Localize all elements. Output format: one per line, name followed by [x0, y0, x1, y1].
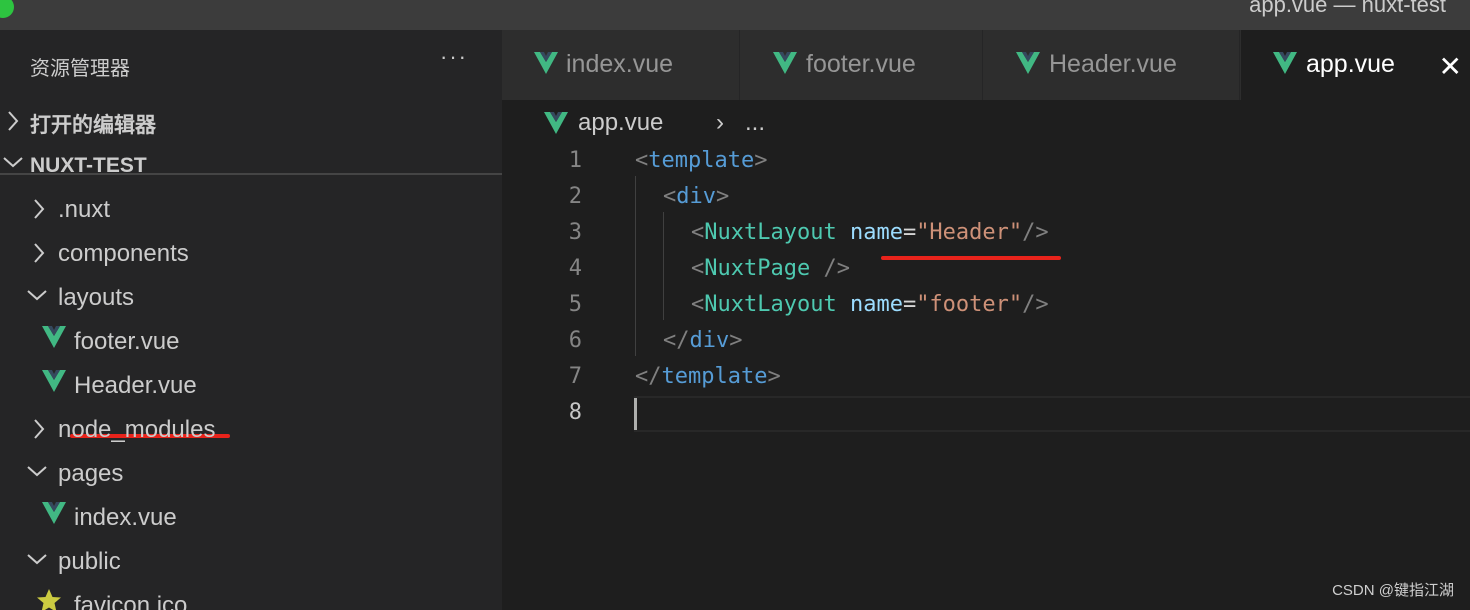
window-title: app.vue — nuxt-test — [1249, 0, 1446, 17]
open-editors-section[interactable]: 打开的编辑器 — [0, 100, 502, 144]
star-file-icon — [36, 588, 62, 610]
code-line-3: <NuxtLayout name="Header"/> — [691, 220, 1049, 245]
tree-item-index-vue[interactable]: index.vue — [0, 496, 502, 540]
tab-label: Header.vue — [1049, 50, 1177, 78]
vue-file-icon — [773, 52, 797, 81]
tree-item-header-vue[interactable]: Header.vue — [0, 364, 502, 408]
watermark: CSDN @键指江湖 — [1332, 582, 1454, 599]
indent-guide — [663, 212, 664, 320]
line-number: 3 — [568, 220, 582, 245]
open-editors-label: 打开的编辑器 — [30, 114, 156, 137]
tab-header-vue[interactable]: Header.vue — [984, 30, 1240, 100]
tree-item-public[interactable]: public — [0, 540, 502, 584]
chevron-right-icon — [32, 240, 46, 266]
line-number-current: 8 — [568, 400, 582, 425]
tree-item-node-modules[interactable]: node_modules — [0, 408, 502, 452]
tree-item-pages[interactable]: pages — [0, 452, 502, 496]
chevron-down-icon — [26, 288, 48, 302]
chevron-down-icon — [26, 552, 48, 566]
code-line-7: </template> — [635, 364, 781, 389]
code-line-4: <NuxtPage /> — [691, 256, 850, 281]
tree-item-label: .nuxt — [58, 196, 111, 223]
explorer-sidebar: 资源管理器 ··· 打开的编辑器 NUXT-TEST .nuxt compone… — [0, 30, 502, 610]
explorer-title: 资源管理器 — [30, 58, 130, 80]
vue-file-icon — [42, 326, 66, 355]
editor-tab-bar: index.vue footer.vue Header.vue app.vue … — [502, 30, 1470, 100]
code-line-6: </div> — [663, 328, 743, 353]
chevron-down-icon — [2, 155, 24, 169]
vue-file-icon — [42, 370, 66, 399]
vue-file-icon — [544, 112, 568, 141]
code-editor[interactable]: app.vue › ... 1 2 3 4 5 6 7 8 <template>… — [502, 100, 1470, 610]
vue-file-icon — [1273, 52, 1297, 81]
code-line-5: <NuxtLayout name="footer"/> — [691, 292, 1049, 317]
line-number: 7 — [568, 364, 582, 389]
breadcrumb-more[interactable]: ... — [745, 109, 765, 137]
tree-item-label: components — [58, 240, 189, 267]
chevron-down-icon — [26, 464, 48, 478]
line-number: 4 — [568, 256, 582, 281]
tab-index-vue[interactable]: index.vue — [502, 30, 740, 100]
window-maximize-button[interactable] — [0, 0, 14, 18]
tab-label: footer.vue — [806, 50, 916, 78]
chevron-right-icon — [32, 196, 46, 222]
code-line-2: <div> — [663, 184, 730, 209]
tree-item-label: footer.vue — [74, 328, 180, 355]
breadcrumb-file[interactable]: app.vue — [578, 109, 663, 137]
annotation-underline — [881, 256, 1061, 260]
tree-item-label: public — [58, 548, 121, 575]
vue-file-icon — [534, 52, 558, 81]
project-section[interactable]: NUXT-TEST — [0, 145, 502, 189]
tab-label: index.vue — [566, 50, 674, 78]
tree-item-layouts[interactable]: layouts — [0, 276, 502, 320]
chevron-right-icon — [6, 108, 20, 134]
current-line-highlight — [634, 396, 1470, 432]
tree-item-label: favicon.ico — [74, 592, 188, 610]
more-actions-button[interactable]: ··· — [440, 44, 468, 70]
indent-guide — [635, 176, 636, 356]
breadcrumb-separator: › — [716, 109, 724, 136]
tree-item-label: layouts — [58, 284, 135, 311]
line-number: 5 — [568, 292, 582, 317]
tree-item-label: index.vue — [74, 504, 177, 531]
text-cursor — [634, 398, 637, 430]
tree-item-footer-vue[interactable]: footer.vue — [0, 320, 502, 364]
line-number: 6 — [568, 328, 582, 353]
title-bar: app.vue — nuxt-test — [0, 0, 1470, 30]
tree-item-nuxt[interactable]: .nuxt — [0, 188, 502, 232]
tree-item-components[interactable]: components — [0, 232, 502, 276]
code-line-1: <template> — [635, 148, 768, 173]
line-number: 1 — [568, 148, 582, 173]
tree-item-label: Header.vue — [74, 372, 197, 399]
close-icon[interactable]: ✕ — [1439, 50, 1462, 83]
tree-item-label: node_modules — [58, 416, 216, 443]
chevron-right-icon — [32, 416, 46, 442]
vue-file-icon — [42, 502, 66, 531]
tree-item-favicon[interactable]: favicon.ico — [0, 584, 502, 610]
tab-app-vue[interactable]: app.vue ✕ — [1241, 30, 1470, 100]
line-number: 2 — [568, 184, 582, 209]
explorer-header: 资源管理器 ··· — [0, 30, 502, 100]
tree-item-label: pages — [58, 460, 124, 487]
tab-label: app.vue — [1306, 50, 1395, 78]
tab-footer-vue[interactable]: footer.vue — [741, 30, 983, 100]
project-label: NUXT-TEST — [30, 154, 147, 177]
vue-file-icon — [1016, 52, 1040, 81]
